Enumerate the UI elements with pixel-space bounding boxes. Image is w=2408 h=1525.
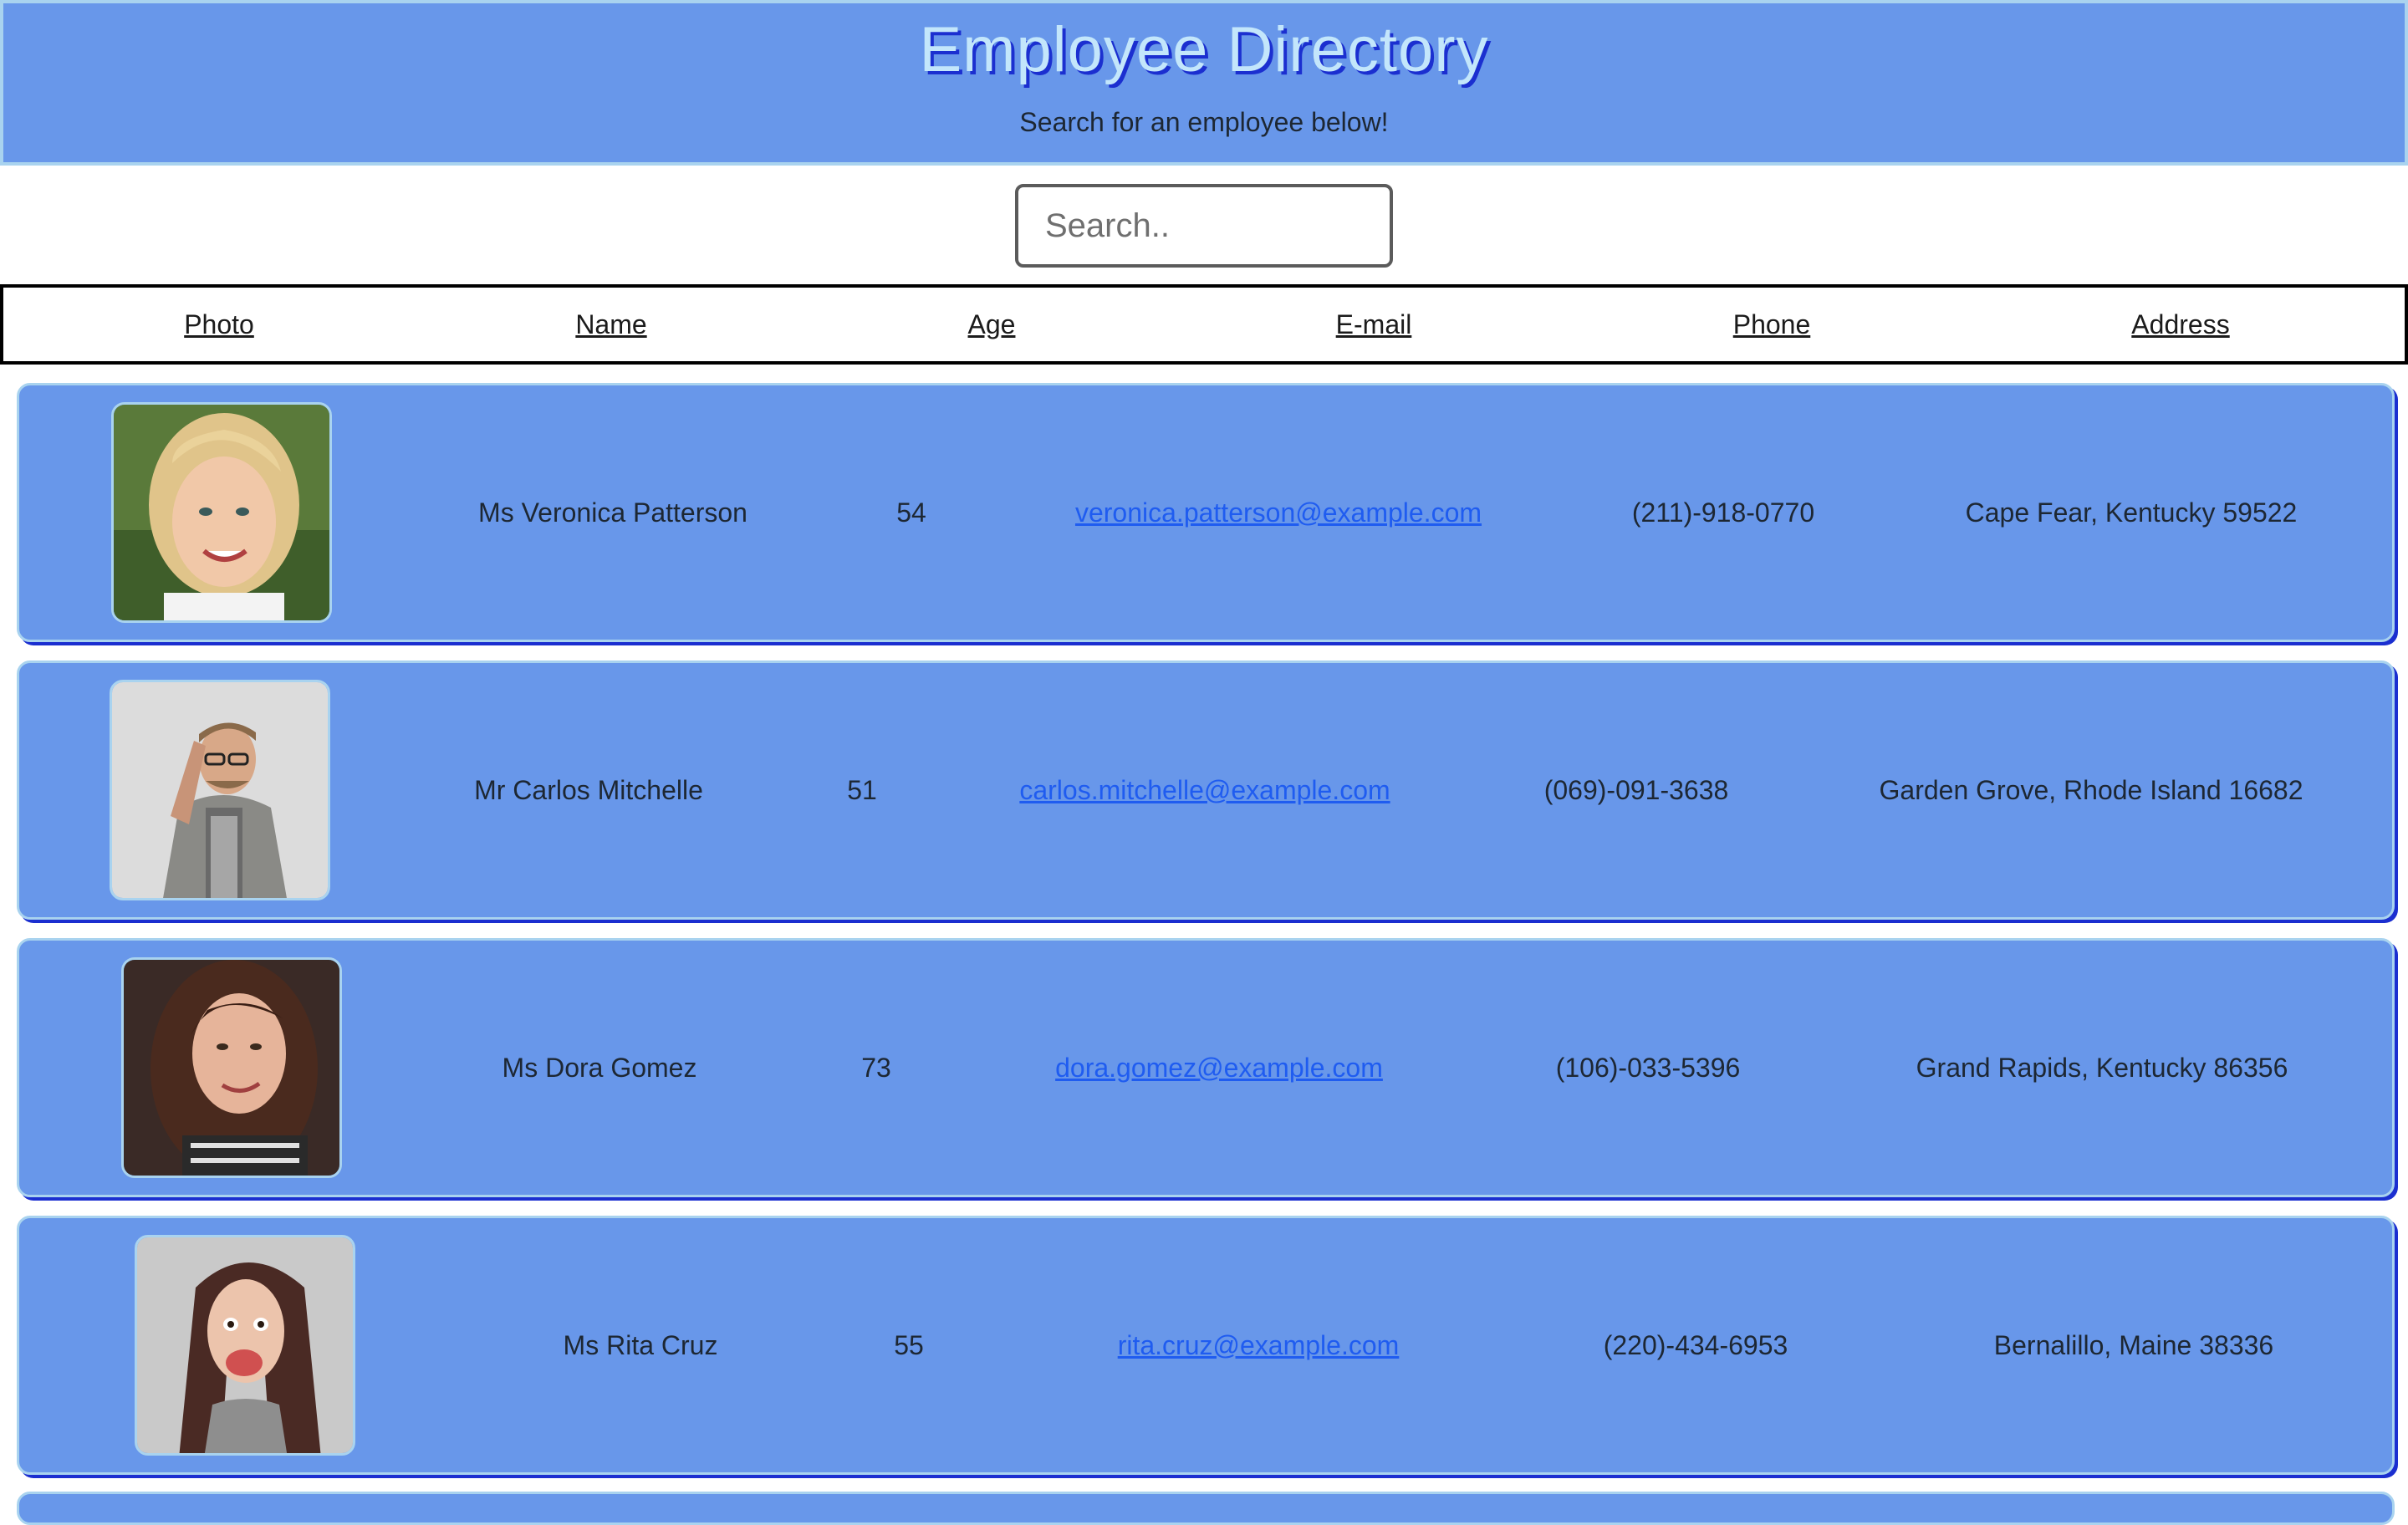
search-input[interactable] (1015, 184, 1393, 268)
search-container (1015, 184, 1393, 268)
avatar (121, 957, 342, 1178)
table-row (17, 1492, 2395, 1525)
employee-age: 51 (847, 775, 877, 805)
portrait-photo-icon (114, 405, 329, 620)
portrait-photo-icon (137, 1237, 353, 1453)
employee-age: 55 (894, 1330, 924, 1360)
avatar (110, 680, 330, 900)
employee-email-link[interactable]: rita.cruz@example.com (1118, 1218, 1400, 1472)
table-row: Ms Dora Gomez 73 dora.gomez@example.com … (17, 938, 2395, 1197)
column-header-photo[interactable]: Photo (184, 288, 254, 361)
page-subtitle: Search for an employee below! (1019, 107, 1389, 137)
employee-name: Ms Veronica Patterson (478, 497, 747, 528)
page-title: Employee Directory (919, 14, 1489, 85)
employee-name: Ms Rita Cruz (563, 1330, 718, 1360)
column-header-phone[interactable]: Phone (1733, 288, 1811, 361)
employee-address: Garden Grove, Rhode Island 16682 (1879, 775, 2303, 805)
employee-phone: (220)-434-6953 (1603, 1330, 1788, 1360)
avatar (135, 1235, 355, 1456)
employee-phone: (069)-091-3638 (1543, 775, 1729, 805)
page-header: Employee Directory Search for an employe… (0, 0, 2408, 166)
column-header-email[interactable]: E-mail (1336, 288, 1412, 361)
portrait-photo-icon (112, 682, 328, 898)
column-header-age[interactable]: Age (968, 288, 1016, 361)
avatar (111, 402, 332, 623)
table-row: Mr Carlos Mitchelle 51 carlos.mitchelle@… (17, 660, 2395, 920)
employee-address: Bernalillo, Maine 38336 (1993, 1330, 2274, 1360)
employee-address: Cape Fear, Kentucky 59522 (1965, 497, 2298, 528)
employee-email-link[interactable]: dora.gomez@example.com (1055, 941, 1383, 1195)
table-row: Ms Veronica Patterson 54 veronica.patter… (17, 383, 2395, 642)
employee-age: 73 (861, 1053, 891, 1083)
employee-email-link[interactable]: carlos.mitchelle@example.com (1019, 663, 1390, 917)
employee-phone: (106)-033-5396 (1555, 1053, 1741, 1083)
employee-age: 54 (896, 497, 926, 528)
employee-name: Ms Dora Gomez (502, 1053, 697, 1083)
employee-name: Mr Carlos Mitchelle (474, 775, 703, 805)
employee-address: Grand Rapids, Kentucky 86356 (1916, 1053, 2288, 1083)
column-header-name[interactable]: Name (575, 288, 646, 361)
employee-phone: (211)-918-0770 (1631, 497, 1815, 528)
table-header: Photo Name Age E-mail Phone Address (0, 284, 2408, 365)
portrait-photo-icon (124, 960, 339, 1176)
employee-email-link[interactable]: veronica.patterson@example.com (1075, 385, 1482, 640)
column-header-address[interactable]: Address (2131, 288, 2229, 361)
table-row: Ms Rita Cruz 55 rita.cruz@example.com (2… (17, 1216, 2395, 1475)
